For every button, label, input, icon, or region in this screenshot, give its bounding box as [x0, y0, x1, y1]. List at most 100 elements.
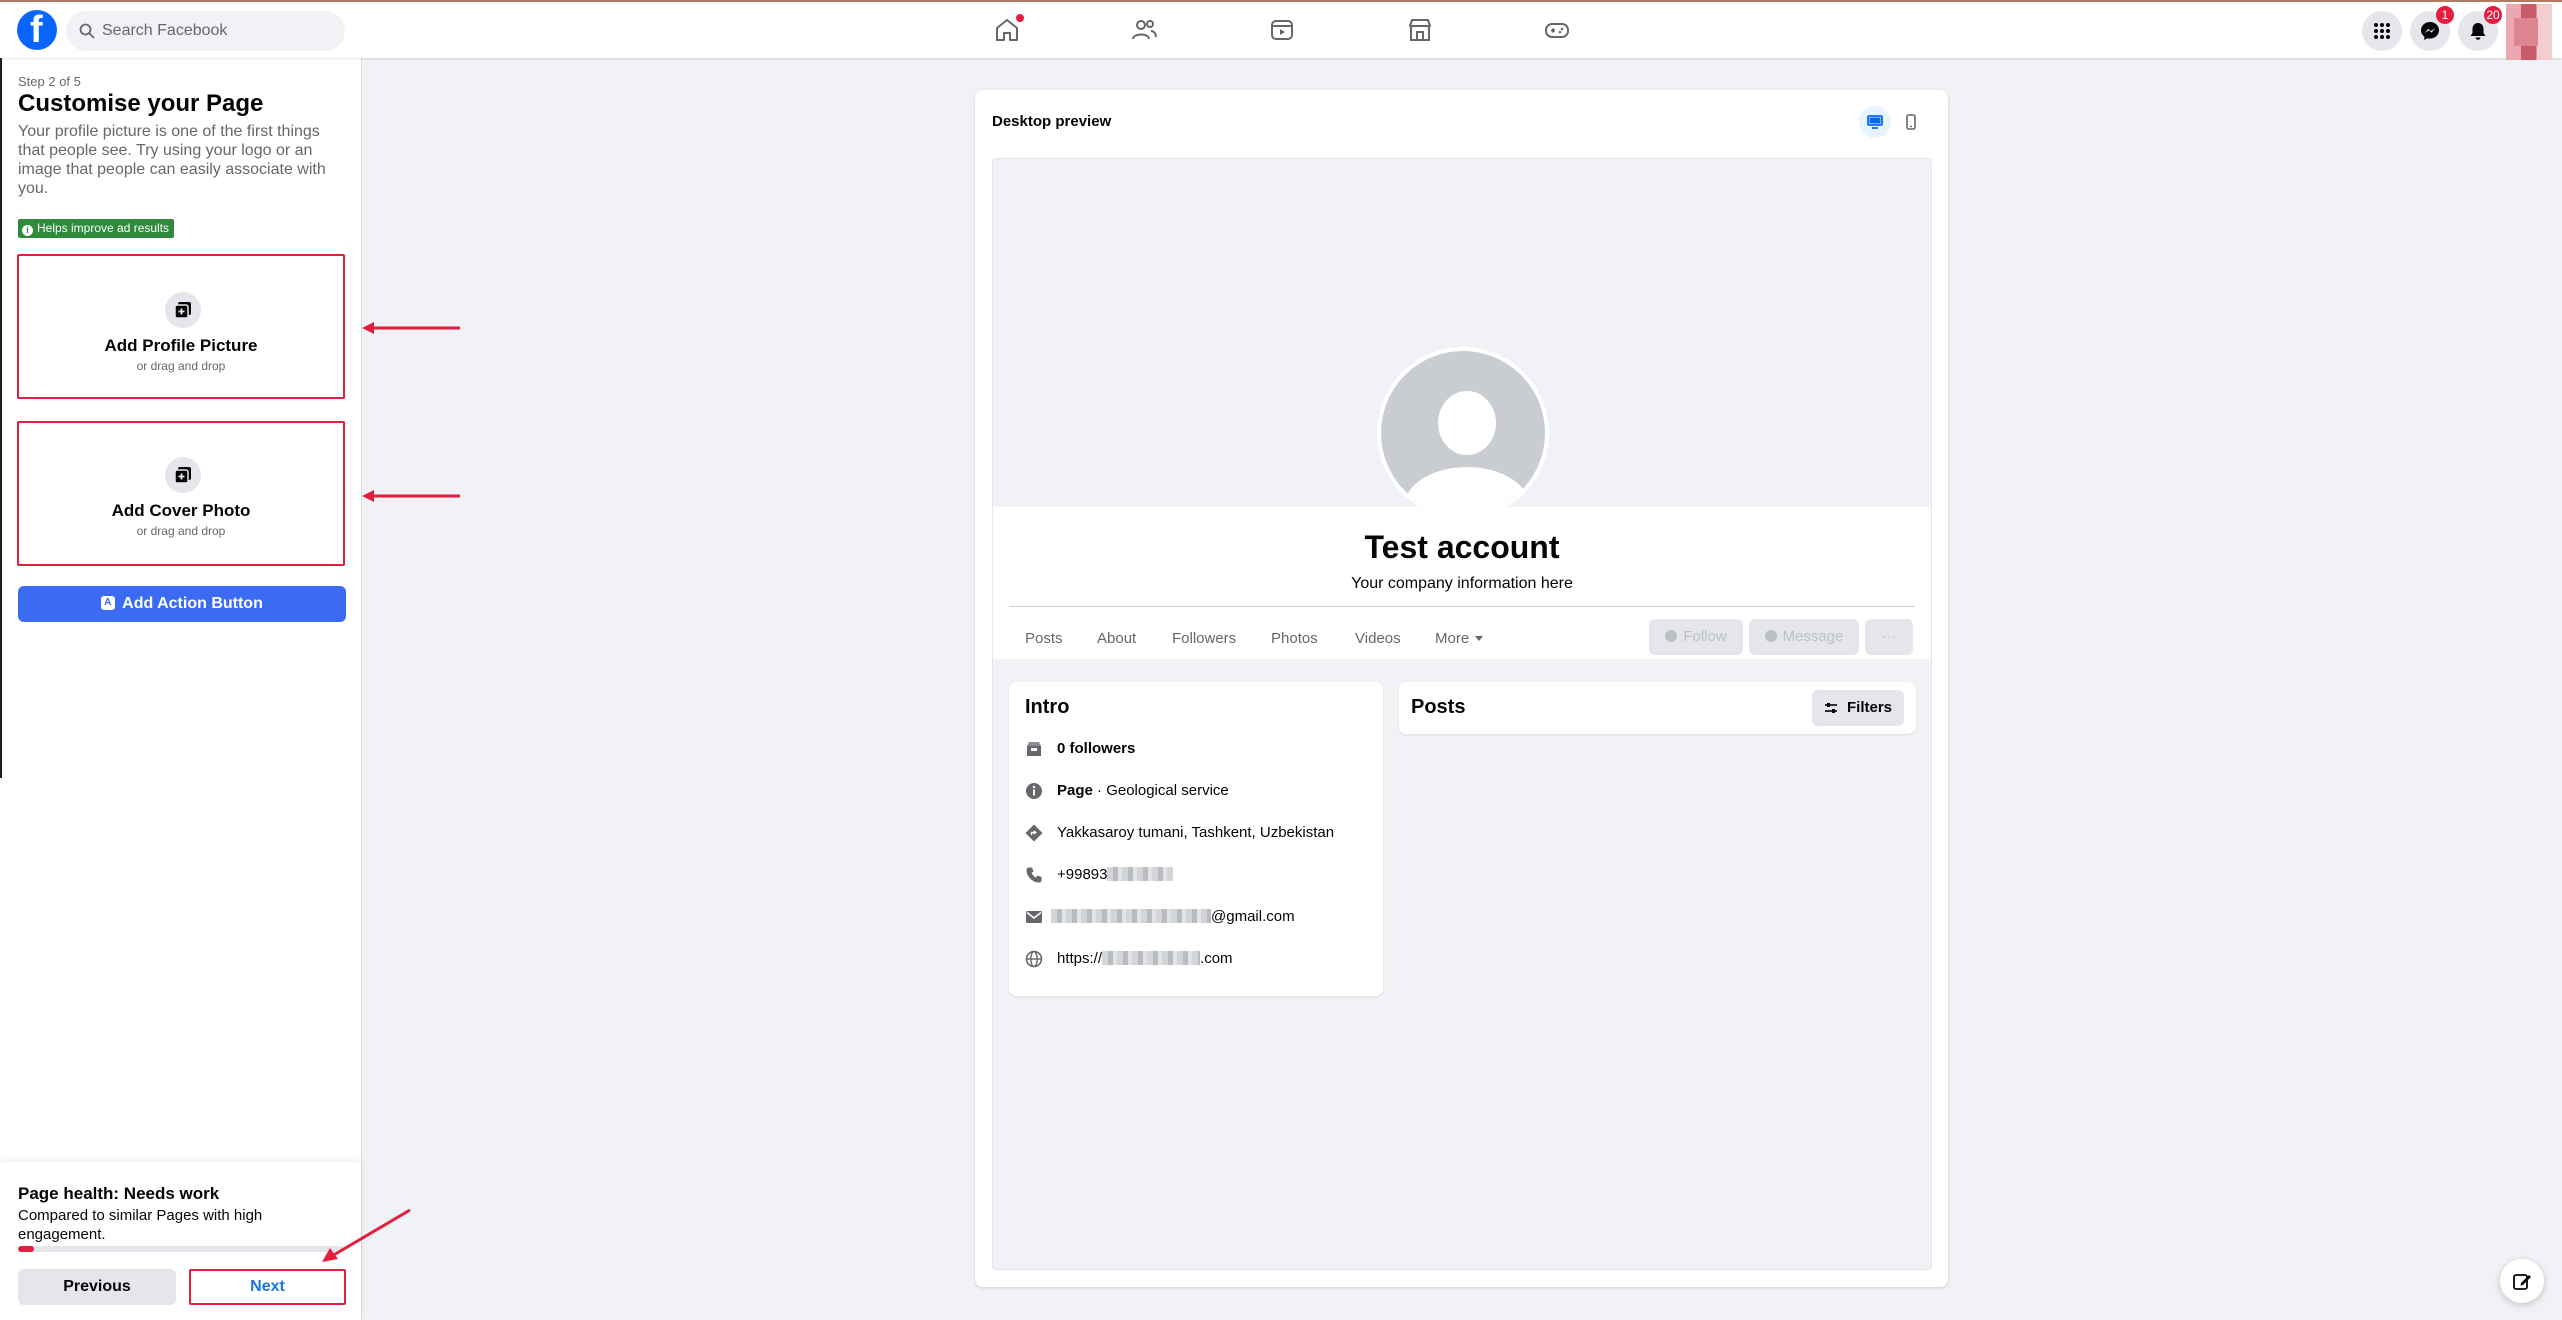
website-suffix: .com	[1200, 950, 1233, 967]
action-button-icon	[101, 585, 116, 621]
preview-title: Desktop preview	[992, 113, 1112, 130]
add-action-button[interactable]: Add Action Button	[18, 585, 346, 622]
page-name: Test account	[1364, 529, 1560, 565]
more-actions-button[interactable]: ···	[1865, 619, 1913, 655]
add-cover-photo-button[interactable]: Add Cover Photo or drag and drop	[17, 421, 345, 566]
email-suffix: @gmail.com	[1211, 908, 1295, 925]
page-health-panel: Page health: Needs work Compared to simi…	[0, 1162, 361, 1320]
drag-drop-hint: or drag and drop	[136, 359, 226, 373]
messenger-icon	[1764, 630, 1777, 642]
globe-icon	[1025, 950, 1043, 968]
desktop-view-toggle[interactable]	[1859, 106, 1891, 138]
posts-card: Posts Filters	[1399, 682, 1916, 734]
tab-videos[interactable]: Videos	[1355, 619, 1401, 659]
page-preview-frame: Test account Your company information he…	[992, 158, 1932, 1270]
page-setup-sidebar	[0, 58, 362, 1320]
intro-title: Intro	[1025, 696, 1070, 718]
directions-icon	[1025, 824, 1043, 842]
notifications-badge: 20	[2484, 6, 2502, 24]
avatar-head-silhouette	[1438, 391, 1496, 455]
previous-button[interactable]: Previous	[18, 1269, 176, 1305]
followers-count: 0 followers	[1057, 740, 1136, 757]
annotation-arrow-profile	[362, 322, 460, 334]
search-placeholder: Search Facebook	[102, 22, 228, 39]
add-profile-picture-label: Add Profile Picture	[104, 336, 258, 355]
facebook-logo-letter: f	[30, 9, 43, 51]
message-button[interactable]: Message	[1749, 619, 1859, 655]
tab-more-label: More	[1435, 630, 1470, 647]
redacted-phone	[1107, 867, 1174, 881]
add-profile-picture-button[interactable]: Add Profile Picture or drag and drop	[17, 254, 345, 399]
redacted-website	[1102, 951, 1201, 965]
profile-picture-placeholder	[1377, 347, 1549, 519]
tab-about[interactable]: About	[1097, 619, 1136, 659]
annotation-arrow-cover	[362, 490, 460, 502]
desktop-preview-card: Desktop preview Test account Your compan…	[975, 90, 1948, 1287]
followers-icon	[1027, 742, 1041, 756]
desktop-icon	[1867, 115, 1883, 129]
ad-results-badge: i Helps improve ad results	[18, 219, 175, 238]
email-icon	[1026, 911, 1042, 923]
tab-more[interactable]: More	[1435, 619, 1484, 659]
filters-icon	[1825, 703, 1837, 713]
annotation-arrow-next	[322, 1208, 411, 1262]
info-icon	[1026, 783, 1042, 799]
message-label: Message	[1782, 628, 1844, 645]
next-button[interactable]: Next	[189, 1269, 346, 1305]
tab-posts[interactable]: Posts	[1025, 619, 1063, 659]
ad-results-label: Helps improve ad results	[37, 221, 170, 235]
page-type-label: Page	[1057, 782, 1093, 799]
filters-button[interactable]: Filters	[1812, 690, 1904, 726]
add-photo-icon	[165, 292, 201, 328]
bell-icon	[2470, 23, 2486, 40]
tab-divider	[1009, 606, 1915, 607]
intro-card: Intro 0 followers Page · Geological serv…	[1009, 682, 1383, 996]
friends-icon[interactable]	[1130, 16, 1158, 44]
info-icon: i	[22, 225, 33, 236]
page-subtitle: Your company information here	[1351, 575, 1573, 592]
follow-button[interactable]: Follow	[1649, 619, 1743, 655]
add-cover-photo-label: Add Cover Photo	[111, 501, 251, 520]
compose-icon	[2513, 1274, 2531, 1290]
search-input[interactable]: Search Facebook	[66, 11, 345, 51]
tab-followers[interactable]: Followers	[1172, 619, 1236, 659]
page-health-title: Page health: Needs work	[18, 1184, 220, 1203]
phone-prefix: +99893	[1057, 866, 1108, 883]
website-prefix: https://	[1057, 950, 1103, 967]
marketplace-icon[interactable]	[1406, 16, 1434, 44]
watch-icon[interactable]	[1268, 16, 1296, 44]
page-health-progress-fill	[18, 1246, 35, 1252]
facebook-logo[interactable]: f	[17, 9, 57, 51]
step-indicator: Step 2 of 5	[18, 74, 81, 89]
messenger-badge: 1	[2436, 6, 2454, 24]
mobile-icon	[1906, 114, 1916, 130]
mobile-view-toggle[interactable]	[1895, 106, 1927, 138]
posts-title: Posts	[1411, 696, 1466, 718]
add-photo-icon	[165, 457, 201, 493]
messenger-icon	[2421, 22, 2439, 40]
page-health-description: Compared to similar Pages with high enga…	[18, 1207, 263, 1243]
avatar-body-silhouette	[1404, 467, 1530, 515]
add-action-button-label: Add Action Button	[122, 595, 263, 612]
account-avatar[interactable]	[2506, 4, 2552, 60]
filters-label: Filters	[1846, 699, 1892, 716]
gaming-icon[interactable]	[1543, 16, 1571, 44]
sidebar-title: Customise your Page	[18, 90, 264, 117]
redacted-email	[1051, 909, 1211, 923]
follow-label: Follow	[1683, 628, 1727, 645]
phone-icon	[1026, 867, 1042, 883]
top-navigation-bar: f Search Facebook 1 20	[0, 0, 2562, 60]
home-notification-dot	[1016, 14, 1024, 22]
tab-photos[interactable]: Photos	[1271, 619, 1318, 659]
search-icon	[79, 23, 95, 39]
like-icon	[1665, 630, 1678, 642]
chevron-down-icon	[1475, 636, 1484, 641]
menu-button[interactable]	[2362, 11, 2402, 51]
location-text: Yakkasaroy tumani, Tashkent, Uzbekistan	[1057, 824, 1335, 841]
grid-menu-icon	[2374, 23, 2390, 39]
window-edge-stripe	[0, 58, 2, 778]
sidebar-description: Your profile picture is one of the first…	[18, 123, 326, 197]
new-message-button[interactable]	[2500, 1259, 2544, 1303]
drag-drop-hint: or drag and drop	[136, 524, 226, 538]
page-category: · Geological service	[1092, 782, 1229, 799]
